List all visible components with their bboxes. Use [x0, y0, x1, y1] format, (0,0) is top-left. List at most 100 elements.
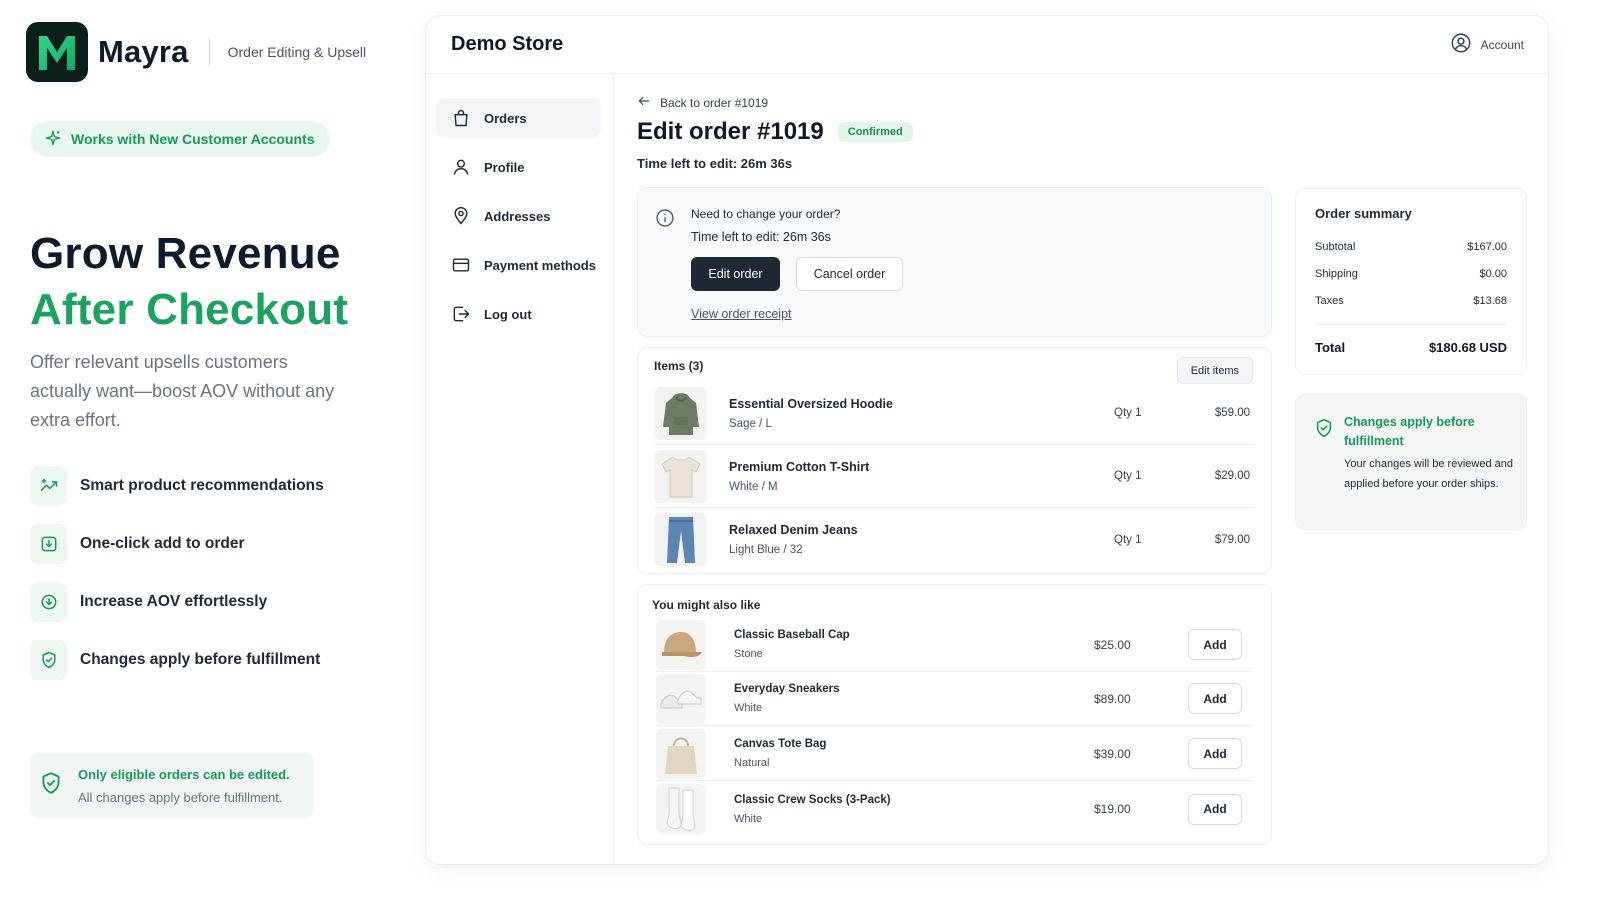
- upsell-name: Canvas Tote Bag: [734, 738, 827, 750]
- sparkle-icon: [44, 129, 62, 150]
- time-left-text: Time left to edit: 26m 36s: [637, 156, 793, 171]
- fulfillment-body: Your changes will be reviewed and applie…: [1344, 458, 1513, 490]
- brand-name: Mayra: [98, 34, 189, 69]
- shield-check-icon: [30, 640, 67, 680]
- user-icon: [451, 157, 471, 177]
- sneakers-image: [656, 673, 706, 724]
- cancel-order-button[interactable]: Cancel order: [796, 257, 903, 291]
- item-qty: Qty 1: [1114, 533, 1142, 546]
- sidebar-item-label: Addresses: [484, 208, 551, 224]
- taxes-value: $13.68: [1473, 295, 1507, 307]
- summary-subtotal: Subtotal $167.00: [1315, 241, 1507, 253]
- shipping-value: $0.00: [1479, 268, 1507, 280]
- shipping-label: Shipping: [1315, 268, 1358, 280]
- mayra-logo-icon: [26, 22, 88, 82]
- marketing-panel: Mayra Order Editing & Upsell Works with …: [0, 0, 420, 900]
- total-label: Total: [1315, 340, 1346, 355]
- item-price: $59.00: [1214, 407, 1250, 419]
- account-label: Account: [1480, 37, 1524, 52]
- edit-items-button[interactable]: Edit items: [1176, 357, 1253, 384]
- upsell-price: $19.00: [1094, 802, 1131, 816]
- item-name: Relaxed Denim Jeans: [729, 523, 858, 537]
- upsell-price: $25.00: [1094, 637, 1131, 652]
- feature-item: One-click add to order: [30, 524, 324, 564]
- feature-item: Smart product recommendations: [30, 466, 324, 506]
- list-item: Relaxed Denim Jeans Light Blue / 32 Qty …: [654, 508, 1254, 571]
- feature-label: Changes apply before fulfillment: [80, 651, 321, 668]
- upsell-variant: Stone: [734, 648, 763, 660]
- item-qty: Qty 1: [1114, 407, 1142, 419]
- sidebar-item-addresses[interactable]: Addresses: [436, 196, 601, 236]
- view-receipt-link[interactable]: View order receipt: [691, 307, 792, 321]
- change-card-time-left: Time left to edit: 26m 36s: [691, 230, 831, 244]
- brand-header: Mayra Order Editing & Upsell: [26, 22, 366, 82]
- store-app-window: Demo Store Account Orders Profile Addres…: [426, 16, 1548, 864]
- upsell-price: $39.00: [1094, 746, 1131, 761]
- app-header: Demo Store Account: [426, 16, 1548, 74]
- account-button[interactable]: Account: [1450, 32, 1524, 57]
- add-button[interactable]: Add: [1188, 629, 1242, 660]
- hero-subtitle: Offer relevant upsells customers actuall…: [30, 352, 335, 430]
- add-button[interactable]: Add: [1188, 793, 1242, 825]
- eligibility-note: Only eligible orders can be edited. All …: [30, 753, 314, 818]
- cap-image: [656, 619, 706, 670]
- order-summary-card: Order summary Subtotal $167.00 Shipping …: [1295, 188, 1527, 375]
- item-price: $79.00: [1214, 533, 1250, 546]
- list-item: Premium Cotton T-Shirt White / M Qty 1 $…: [654, 445, 1254, 508]
- sidebar-item-label: Payment methods: [484, 257, 596, 273]
- sidebar-item-label: Profile: [484, 159, 525, 175]
- credit-card-icon: [451, 255, 471, 275]
- subtotal-value: $167.00: [1467, 241, 1507, 253]
- note-line-1: Only eligible orders can be edited.: [78, 766, 290, 782]
- shopping-bag-icon: [451, 108, 471, 128]
- sidebar-item-log-out[interactable]: Log out: [436, 294, 601, 334]
- upsell-variant: White: [734, 812, 763, 825]
- note-line-2: All changes apply before fulfillment.: [78, 789, 283, 805]
- summary-taxes: Taxes $13.68: [1315, 295, 1507, 307]
- upsell-variant: Natural: [734, 757, 770, 769]
- logout-icon: [451, 304, 471, 324]
- map-pin-icon: [451, 206, 471, 226]
- hoodie-image: [654, 386, 707, 440]
- user-circle-icon: [1450, 32, 1472, 57]
- info-icon: [655, 208, 675, 233]
- back-link-label: Back to order #1019: [660, 95, 769, 110]
- feature-item: Increase AOV effortlessly: [30, 582, 324, 622]
- compat-pill: Works with New Customer Accounts: [30, 121, 331, 157]
- feature-item: Changes apply before fulfillment: [30, 640, 324, 680]
- upsell-variant: White: [734, 702, 763, 714]
- arrow-circle-icon: [30, 582, 67, 622]
- edit-order-button[interactable]: Edit order: [691, 257, 780, 291]
- sidebar-item-profile[interactable]: Profile: [436, 147, 601, 187]
- subtotal-label: Subtotal: [1315, 241, 1356, 253]
- change-order-card: Need to change your order? Time left to …: [637, 187, 1272, 337]
- hero-heading: Grow Revenue After Checkout: [30, 226, 348, 338]
- list-item: Classic Crew Socks (3-Pack) White $19.00…: [656, 782, 1252, 836]
- items-title: Items (3): [654, 359, 704, 373]
- list-item: Canvas Tote Bag Natural $39.00 Add: [656, 727, 1252, 781]
- fulfillment-info-card: Changes apply before fulfillment Your ch…: [1295, 394, 1527, 530]
- summary-total: Total $180.68 USD: [1315, 340, 1507, 355]
- add-button[interactable]: Add: [1188, 683, 1242, 714]
- brand-divider: [208, 39, 210, 65]
- add-button[interactable]: Add: [1188, 738, 1242, 769]
- sidebar-item-orders[interactable]: Orders: [436, 98, 601, 138]
- download-box-icon: [30, 524, 67, 564]
- hero-line-2: After Checkout: [30, 285, 349, 334]
- item-variant: Sage / L: [729, 417, 772, 430]
- compat-pill-label: Works with New Customer Accounts: [71, 131, 315, 147]
- store-name: Demo Store: [451, 33, 564, 55]
- jeans-image: [654, 513, 707, 566]
- total-value: $180.68 USD: [1428, 340, 1507, 355]
- item-price: $29.00: [1214, 470, 1250, 482]
- summary-shipping: Shipping $0.00: [1315, 268, 1507, 280]
- back-link[interactable]: Back to order #1019: [637, 94, 768, 111]
- feature-list: Smart product recommendations One-click …: [30, 466, 324, 698]
- feature-label: Increase AOV effortlessly: [80, 593, 268, 610]
- item-qty: Qty 1: [1114, 470, 1142, 482]
- fulfillment-title: Changes apply before fulfillment: [1344, 415, 1475, 448]
- list-item: Essential Oversized Hoodie Sage / L Qty …: [654, 382, 1254, 445]
- sidebar-item-payment-methods[interactable]: Payment methods: [436, 245, 601, 285]
- tote-bag-image: [656, 728, 706, 779]
- feature-label: One-click add to order: [80, 535, 245, 552]
